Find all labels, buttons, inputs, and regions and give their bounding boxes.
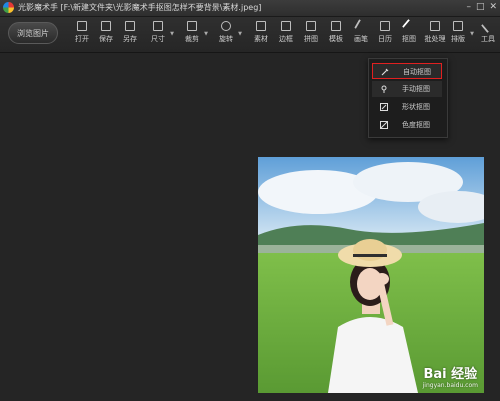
menu-item-label: 自动抠图 (403, 68, 431, 76)
rotate-label: 旋转 (219, 35, 233, 43)
crop-label: 裁剪 (185, 35, 199, 43)
chevron-down-icon[interactable]: ▼ (204, 31, 208, 37)
auto-cutout-icon (381, 68, 389, 76)
rotate-icon (221, 21, 231, 31)
crop-button[interactable]: 裁剪 ▼ (181, 21, 208, 44)
calendar-button[interactable]: 日历 (374, 21, 396, 44)
template-label: 模板 (329, 35, 343, 43)
maximize-icon[interactable]: □ (476, 2, 485, 13)
chevron-down-icon[interactable]: ▼ (170, 31, 174, 37)
border-label: 边框 (279, 35, 293, 43)
batch-button[interactable]: 批处理 (424, 21, 446, 44)
photo-image (258, 157, 484, 393)
layout-icon (453, 21, 463, 31)
app-logo-icon (3, 2, 14, 13)
menu-item-label: 手动抠图 (402, 85, 430, 93)
shape-cutout-icon (380, 103, 388, 111)
material-icon (256, 21, 266, 31)
chevron-down-icon[interactable]: ▼ (470, 31, 474, 37)
batch-icon (430, 21, 440, 31)
material-button[interactable]: 素材 (250, 21, 272, 44)
watermark-url: jingyan.baidu.com (422, 382, 478, 389)
cutout-label: 抠图 (402, 35, 416, 43)
title-bar: 光影魔术手 [F:\新建文件夹\光影魔术手抠图怎样不要背景\素材.jpeg] –… (0, 0, 500, 17)
layout-label: 排版 (451, 35, 465, 43)
rotate-button[interactable]: 旋转 ▼ (215, 21, 242, 44)
save-label: 保存 (99, 35, 113, 43)
close-icon[interactable]: ✕ (489, 2, 497, 13)
open-button[interactable]: 打开 (71, 21, 93, 44)
tools-label: 工具 (481, 35, 495, 43)
tools-button[interactable]: 工具 (477, 18, 499, 44)
resize-label: 尺寸 (151, 35, 165, 43)
save-button[interactable]: 保存 (95, 21, 117, 44)
watermark: Bai 经验 jingyan.baidu.com (423, 363, 478, 389)
layout-button[interactable]: 排版 ▼ (447, 21, 474, 44)
menu-item-chroma-cutout[interactable]: 色度抠图 (372, 117, 442, 133)
save-as-icon (125, 21, 135, 31)
cutout-button[interactable]: 抠图 (398, 18, 420, 44)
browse-images-button[interactable]: 浏览图片 (8, 22, 58, 44)
main-toolbar: 浏览图片 打开 保存 另存 尺寸 ▼ 裁剪 ▼ 旋转 ▼ 素材 边框 拼图 模板 (0, 17, 500, 53)
manual-cutout-icon (381, 85, 387, 93)
calendar-icon (380, 21, 390, 31)
window-title: 光影魔术手 [F:\新建文件夹\光影魔术手抠图怎样不要背景\素材.jpeg] (18, 3, 262, 12)
cutout-dropdown-menu: 自动抠图 手动抠图 形状抠图 色度抠图 (368, 58, 448, 138)
collage-label: 拼图 (304, 35, 318, 43)
brush-label: 画笔 (354, 35, 368, 43)
border-icon (281, 21, 291, 31)
menu-item-label: 色度抠图 (402, 121, 430, 129)
border-button[interactable]: 边框 (275, 21, 297, 44)
save-as-button[interactable]: 另存 (119, 21, 141, 44)
brush-button[interactable]: 画笔 (350, 19, 372, 44)
resize-icon (153, 21, 163, 31)
collage-icon (306, 21, 316, 31)
save-icon (101, 21, 111, 31)
cutout-icon (401, 18, 417, 34)
open-label: 打开 (75, 35, 89, 43)
save-as-label: 另存 (123, 35, 137, 43)
template-button[interactable]: 模板 (325, 21, 347, 44)
chroma-cutout-icon (380, 121, 388, 129)
photo-canvas[interactable]: Bai 经验 jingyan.baidu.com (258, 157, 484, 393)
minimize-icon[interactable]: – (466, 2, 471, 13)
menu-item-shape-cutout[interactable]: 形状抠图 (372, 99, 442, 115)
material-label: 素材 (254, 35, 268, 43)
batch-label: 批处理 (424, 35, 446, 43)
watermark-logo-text: Bai 经验 (423, 367, 478, 382)
menu-item-label: 形状抠图 (402, 103, 430, 111)
template-icon (331, 21, 341, 31)
chevron-down-icon[interactable]: ▼ (238, 31, 242, 37)
crop-icon (187, 21, 197, 31)
menu-item-manual-cutout[interactable]: 手动抠图 (372, 81, 442, 97)
menu-item-auto-cutout[interactable]: 自动抠图 (372, 63, 442, 79)
window-controls: – □ ✕ (466, 2, 497, 13)
open-icon (77, 21, 87, 31)
brush-icon (354, 19, 368, 33)
tools-icon (480, 18, 496, 34)
collage-button[interactable]: 拼图 (300, 21, 322, 44)
calendar-label: 日历 (378, 35, 392, 43)
resize-button[interactable]: 尺寸 ▼ (147, 21, 174, 44)
